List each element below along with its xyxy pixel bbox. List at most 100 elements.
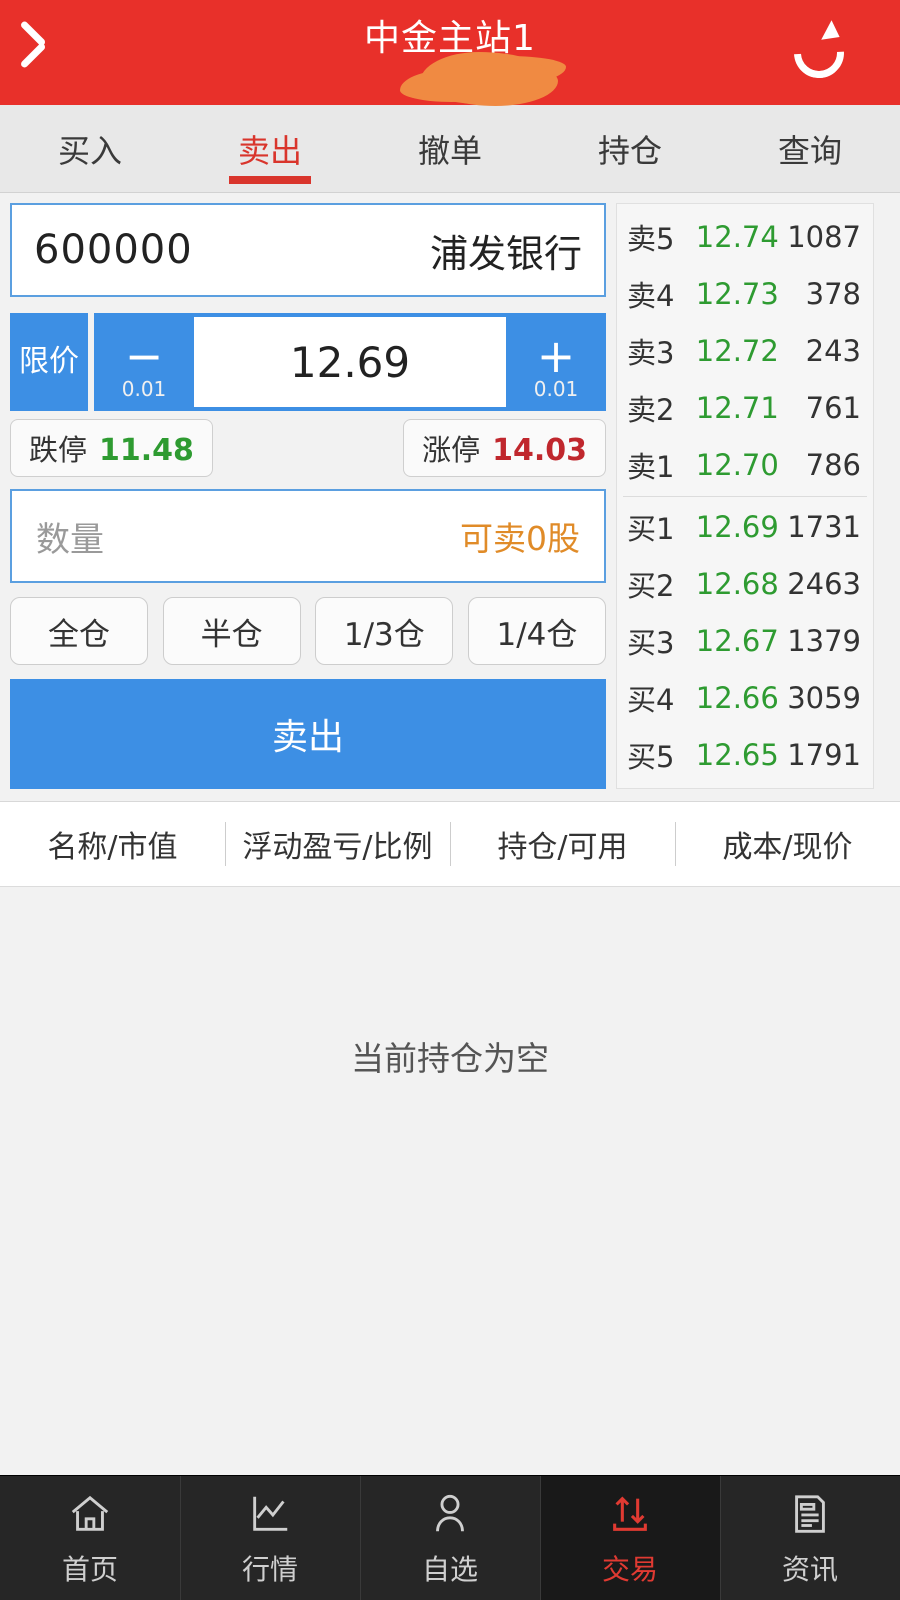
trade-tab-bar: 买入 卖出 撤单 持仓 查询 [0, 105, 900, 193]
order-book-row[interactable]: 买4 12.66 3059 [617, 670, 873, 727]
limit-down-label: 跌停 [29, 433, 88, 467]
available-quantity-text: 可卖0股 [460, 519, 580, 558]
bid-label: 买2 [627, 569, 675, 604]
header-title-group: 中金主站1 ** [0, 0, 900, 105]
quantity-placeholder: 数量 [36, 519, 104, 560]
sell-submit-button[interactable]: 卖出 [10, 679, 606, 789]
ask-volume: 761 [805, 390, 861, 425]
home-icon [64, 1488, 116, 1540]
limit-down-chip[interactable]: 跌停 11.48 [10, 419, 213, 477]
order-book-divider [623, 495, 867, 497]
nav-item-watchlist-label: 自选 [421, 1553, 478, 1586]
bid-volume: 1379 [787, 624, 861, 659]
position-table-body: 当前持仓为空 [0, 887, 900, 1475]
refresh-button[interactable] [783, 0, 855, 105]
bid-price: 12.69 [695, 510, 779, 545]
order-book-row[interactable]: 卖5 12.74 1087 [617, 208, 873, 265]
preset-third-position-label: 1/3仓 [343, 616, 425, 653]
column-cost-price: 成本/现价 [675, 822, 900, 866]
order-book-row[interactable]: 买2 12.68 2463 [617, 556, 873, 613]
nav-item-market[interactable]: 行情 [180, 1476, 360, 1600]
ask-price: 12.73 [695, 276, 779, 311]
trade-panel: 600000 浦发银行 限价 − 0.01 12.69 + 0.01 跌停 11… [0, 193, 900, 802]
price-limits-row: 跌停 11.48 涨停 14.03 [10, 419, 606, 477]
preset-quarter-position-label: 1/4仓 [496, 616, 578, 653]
price-decrement-step: 0.01 [121, 377, 167, 401]
bid-label: 买3 [627, 626, 675, 661]
preset-half-position[interactable]: 半仓 [162, 597, 301, 665]
minus-icon: − [124, 329, 164, 383]
bid-volume: 3059 [787, 681, 861, 716]
price-input[interactable]: 12.69 [194, 317, 506, 407]
price-input-value: 12.69 [289, 337, 411, 387]
order-form: 600000 浦发银行 限价 − 0.01 12.69 + 0.01 跌停 11… [10, 203, 606, 789]
bid-volume: 1731 [787, 510, 861, 545]
trading-app-screen: 中金主站1 ** 买入 卖出 撤单 持仓 查询 600000 浦发银行 限价 −… [0, 0, 900, 1600]
price-increment-step: 0.01 [533, 377, 579, 401]
order-book-row[interactable]: 卖2 12.71 761 [617, 379, 873, 436]
order-book-row[interactable]: 买3 12.67 1379 [617, 613, 873, 670]
order-book-row[interactable]: 买1 12.69 1731 [617, 499, 873, 556]
bid-label: 买5 [627, 740, 675, 775]
order-book-row[interactable]: 卖1 12.70 786 [617, 436, 873, 493]
bid-price: 12.66 [695, 681, 779, 716]
limit-up-chip[interactable]: 涨停 14.03 [403, 419, 606, 477]
ask-label: 卖5 [627, 221, 675, 256]
nav-item-market-label: 行情 [241, 1553, 298, 1586]
tab-sell[interactable]: 卖出 [180, 105, 360, 192]
ask-label: 卖3 [627, 335, 675, 370]
order-book-row[interactable]: 卖3 12.72 243 [617, 322, 873, 379]
stock-code-input[interactable]: 600000 浦发银行 [10, 203, 606, 297]
nav-item-trade[interactable]: 交易 [540, 1476, 720, 1600]
back-button[interactable] [0, 0, 110, 105]
order-book-asks: 卖5 12.74 1087 卖4 12.73 378 卖3 12.72 243 … [617, 208, 873, 494]
preset-third-position[interactable]: 1/3仓 [315, 597, 454, 665]
order-book: 卖5 12.74 1087 卖4 12.73 378 卖3 12.72 243 … [616, 203, 874, 789]
tab-positions[interactable]: 持仓 [540, 105, 720, 192]
order-book-bids: 买1 12.69 1731 买2 12.68 2463 买3 12.67 137… [617, 499, 873, 785]
bid-price: 12.67 [695, 624, 779, 659]
order-book-row[interactable]: 卖4 12.73 378 [617, 265, 873, 322]
stock-name-value: 浦发银行 [429, 231, 582, 276]
quantity-input[interactable]: 数量 可卖0股 [10, 489, 606, 583]
price-decrement-button[interactable]: − 0.01 [94, 313, 194, 411]
tab-positions-label: 持仓 [597, 131, 662, 170]
bid-price: 12.68 [695, 567, 779, 602]
tab-cancel-order[interactable]: 撤单 [360, 105, 540, 192]
ask-volume: 1087 [787, 219, 861, 254]
column-holding-available: 持仓/可用 [450, 822, 675, 866]
ask-volume: 378 [805, 276, 861, 311]
column-name-value: 名称/市值 [47, 830, 178, 865]
ask-volume: 786 [805, 447, 861, 482]
limit-down-value: 11.48 [99, 433, 194, 468]
nav-item-home[interactable]: 首页 [0, 1476, 180, 1600]
price-type-selector[interactable]: 限价 [10, 313, 88, 411]
nav-item-trade-label: 交易 [601, 1553, 658, 1586]
tab-buy-label: 买入 [57, 131, 122, 170]
bid-label: 买4 [627, 683, 675, 718]
nav-item-news[interactable]: 资讯 [720, 1476, 900, 1600]
column-pnl-ratio: 浮动盈亏/比例 [225, 822, 450, 866]
bottom-navigation-bar: 首页 行情 自选 交易 资讯 [0, 1475, 900, 1600]
page-title: 中金主站1 [364, 17, 536, 59]
ask-label: 卖1 [627, 449, 675, 484]
tab-query[interactable]: 查询 [720, 105, 900, 192]
preset-full-position[interactable]: 全仓 [10, 597, 148, 665]
limit-up-value: 14.03 [492, 433, 587, 468]
nav-item-watchlist[interactable]: 自选 [360, 1476, 540, 1600]
plus-icon: + [536, 329, 576, 383]
nav-item-news-label: 资讯 [781, 1553, 838, 1586]
ask-price: 12.74 [695, 219, 779, 254]
bid-volume: 2463 [787, 567, 861, 602]
position-table-header: 名称/市值 浮动盈亏/比例 持仓/可用 成本/现价 [0, 802, 900, 887]
price-type-label: 限价 [19, 344, 79, 379]
order-book-row[interactable]: 买5 12.65 1791 [617, 727, 873, 784]
tab-buy[interactable]: 买入 [0, 105, 180, 192]
empty-positions-message: 当前持仓为空 [351, 1039, 549, 1078]
refresh-icon [783, 17, 855, 88]
preset-half-position-label: 半仓 [200, 616, 263, 653]
ask-volume: 243 [805, 333, 861, 368]
preset-quarter-position[interactable]: 1/4仓 [467, 597, 606, 665]
price-row: 限价 − 0.01 12.69 + 0.01 [10, 313, 606, 411]
price-increment-button[interactable]: + 0.01 [506, 313, 606, 411]
